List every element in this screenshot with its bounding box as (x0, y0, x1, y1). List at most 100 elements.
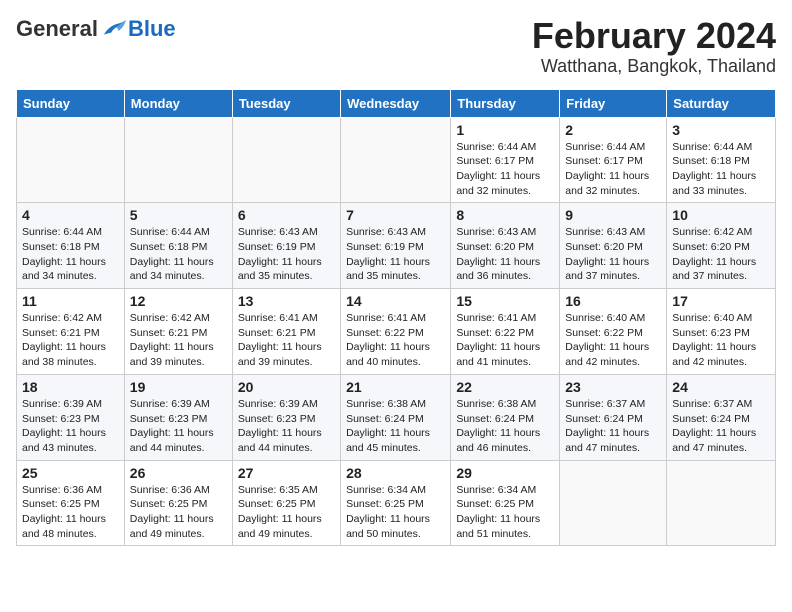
calendar-week-row: 4 Sunrise: 6:44 AMSunset: 6:18 PMDaylight… (17, 203, 776, 289)
day-number: 16 (565, 293, 661, 309)
day-number: 5 (130, 207, 227, 223)
day-info: Sunrise: 6:43 AMSunset: 6:20 PMDaylight:… (456, 225, 554, 284)
logo-bird-icon (100, 18, 128, 40)
day-header-tuesday: Tuesday (232, 89, 340, 117)
day-number: 28 (346, 465, 445, 481)
day-header-friday: Friday (560, 89, 667, 117)
day-info: Sunrise: 6:36 AMSunset: 6:25 PMDaylight:… (22, 483, 119, 542)
day-number: 10 (672, 207, 770, 223)
day-info: Sunrise: 6:39 AMSunset: 6:23 PMDaylight:… (238, 397, 335, 456)
day-number: 2 (565, 122, 661, 138)
calendar-cell: 29Sunrise: 6:34 AMSunset: 6:25 PMDayligh… (451, 460, 560, 546)
day-info: Sunrise: 6:35 AMSunset: 6:25 PMDaylight:… (238, 483, 335, 542)
day-number: 21 (346, 379, 445, 395)
day-info: Sunrise: 6:39 AMSunset: 6:23 PMDaylight:… (22, 397, 119, 456)
day-header-saturday: Saturday (667, 89, 776, 117)
calendar-cell: 18Sunrise: 6:39 AMSunset: 6:23 PMDayligh… (17, 374, 125, 460)
day-number: 20 (238, 379, 335, 395)
day-info: Sunrise: 6:44 AMSunset: 6:17 PMDaylight:… (565, 140, 661, 199)
calendar-header-row: SundayMondayTuesdayWednesdayThursdayFrid… (17, 89, 776, 117)
day-number: 8 (456, 207, 554, 223)
day-number: 9 (565, 207, 661, 223)
day-number: 26 (130, 465, 227, 481)
calendar-cell: 2 Sunrise: 6:44 AMSunset: 6:17 PMDaylight… (560, 117, 667, 203)
day-info: Sunrise: 6:38 AMSunset: 6:24 PMDaylight:… (456, 397, 554, 456)
day-info: Sunrise: 6:36 AMSunset: 6:25 PMDaylight:… (130, 483, 227, 542)
day-info: Sunrise: 6:34 AMSunset: 6:25 PMDaylight:… (346, 483, 445, 542)
day-info: Sunrise: 6:37 AMSunset: 6:24 PMDaylight:… (565, 397, 661, 456)
day-number: 15 (456, 293, 554, 309)
calendar-cell (124, 117, 232, 203)
day-info: Sunrise: 6:41 AMSunset: 6:21 PMDaylight:… (238, 311, 335, 370)
day-info: Sunrise: 6:38 AMSunset: 6:24 PMDaylight:… (346, 397, 445, 456)
logo: General Blue (16, 16, 176, 42)
day-number: 11 (22, 293, 119, 309)
calendar-cell: 12Sunrise: 6:42 AMSunset: 6:21 PMDayligh… (124, 289, 232, 375)
calendar-cell: 8 Sunrise: 6:43 AMSunset: 6:20 PMDaylight… (451, 203, 560, 289)
day-info: Sunrise: 6:37 AMSunset: 6:24 PMDaylight:… (672, 397, 770, 456)
calendar-cell: 27 Sunrise: 6:35 AMSunset: 6:25 PMDayligh… (232, 460, 340, 546)
day-info: Sunrise: 6:44 AMSunset: 6:18 PMDaylight:… (672, 140, 770, 199)
day-number: 13 (238, 293, 335, 309)
day-number: 22 (456, 379, 554, 395)
calendar-cell: 28 Sunrise: 6:34 AMSunset: 6:25 PMDayligh… (341, 460, 451, 546)
calendar-cell: 10 Sunrise: 6:42 AMSunset: 6:20 PMDayligh… (667, 203, 776, 289)
day-number: 4 (22, 207, 119, 223)
calendar-cell: 9 Sunrise: 6:43 AMSunset: 6:20 PMDaylight… (560, 203, 667, 289)
day-number: 7 (346, 207, 445, 223)
calendar-cell: 1Sunrise: 6:44 AMSunset: 6:17 PMDaylight… (451, 117, 560, 203)
calendar-week-row: 11 Sunrise: 6:42 AMSunset: 6:21 PMDayligh… (17, 289, 776, 375)
calendar-cell: 14 Sunrise: 6:41 AMSunset: 6:22 PMDayligh… (341, 289, 451, 375)
day-info: Sunrise: 6:40 AMSunset: 6:23 PMDaylight:… (672, 311, 770, 370)
day-header-sunday: Sunday (17, 89, 125, 117)
day-info: Sunrise: 6:42 AMSunset: 6:20 PMDaylight:… (672, 225, 770, 284)
day-info: Sunrise: 6:40 AMSunset: 6:22 PMDaylight:… (565, 311, 661, 370)
day-info: Sunrise: 6:42 AMSunset: 6:21 PMDaylight:… (22, 311, 119, 370)
calendar-cell: 13 Sunrise: 6:41 AMSunset: 6:21 PMDayligh… (232, 289, 340, 375)
calendar-cell (560, 460, 667, 546)
day-number: 6 (238, 207, 335, 223)
day-info: Sunrise: 6:39 AMSunset: 6:23 PMDaylight:… (130, 397, 227, 456)
calendar-cell: 6 Sunrise: 6:43 AMSunset: 6:19 PMDaylight… (232, 203, 340, 289)
calendar-cell: 20 Sunrise: 6:39 AMSunset: 6:23 PMDayligh… (232, 374, 340, 460)
calendar-cell: 21 Sunrise: 6:38 AMSunset: 6:24 PMDayligh… (341, 374, 451, 460)
day-number: 14 (346, 293, 445, 309)
title-block: February 2024 Watthana, Bangkok, Thailan… (532, 16, 776, 77)
calendar-cell (232, 117, 340, 203)
calendar-week-row: 18Sunrise: 6:39 AMSunset: 6:23 PMDayligh… (17, 374, 776, 460)
day-info: Sunrise: 6:43 AMSunset: 6:19 PMDaylight:… (238, 225, 335, 284)
calendar-week-row: 1Sunrise: 6:44 AMSunset: 6:17 PMDaylight… (17, 117, 776, 203)
day-info: Sunrise: 6:44 AMSunset: 6:18 PMDaylight:… (130, 225, 227, 284)
calendar-cell: 25 Sunrise: 6:36 AMSunset: 6:25 PMDayligh… (17, 460, 125, 546)
day-number: 24 (672, 379, 770, 395)
calendar-table: SundayMondayTuesdayWednesdayThursdayFrid… (16, 89, 776, 547)
calendar-cell: 3 Sunrise: 6:44 AMSunset: 6:18 PMDaylight… (667, 117, 776, 203)
day-info: Sunrise: 6:44 AMSunset: 6:17 PMDaylight:… (456, 140, 554, 199)
month-title: February 2024 (532, 16, 776, 56)
day-number: 12 (130, 293, 227, 309)
day-number: 3 (672, 122, 770, 138)
day-info: Sunrise: 6:41 AMSunset: 6:22 PMDaylight:… (346, 311, 445, 370)
day-info: Sunrise: 6:44 AMSunset: 6:18 PMDaylight:… (22, 225, 119, 284)
day-header-monday: Monday (124, 89, 232, 117)
calendar-cell (341, 117, 451, 203)
day-number: 19 (130, 379, 227, 395)
logo-general-text: General (16, 16, 98, 42)
calendar-cell: 26 Sunrise: 6:36 AMSunset: 6:25 PMDayligh… (124, 460, 232, 546)
day-header-wednesday: Wednesday (341, 89, 451, 117)
calendar-cell: 11 Sunrise: 6:42 AMSunset: 6:21 PMDayligh… (17, 289, 125, 375)
calendar-cell: 24 Sunrise: 6:37 AMSunset: 6:24 PMDayligh… (667, 374, 776, 460)
calendar-cell: 19 Sunrise: 6:39 AMSunset: 6:23 PMDayligh… (124, 374, 232, 460)
day-info: Sunrise: 6:43 AMSunset: 6:20 PMDaylight:… (565, 225, 661, 284)
day-info: Sunrise: 6:41 AMSunset: 6:22 PMDaylight:… (456, 311, 554, 370)
day-number: 27 (238, 465, 335, 481)
day-number: 23 (565, 379, 661, 395)
calendar-cell (17, 117, 125, 203)
calendar-cell: 5 Sunrise: 6:44 AMSunset: 6:18 PMDaylight… (124, 203, 232, 289)
calendar-cell: 4 Sunrise: 6:44 AMSunset: 6:18 PMDaylight… (17, 203, 125, 289)
day-number: 25 (22, 465, 119, 481)
day-info: Sunrise: 6:43 AMSunset: 6:19 PMDaylight:… (346, 225, 445, 284)
calendar-cell: 17Sunrise: 6:40 AMSunset: 6:23 PMDayligh… (667, 289, 776, 375)
calendar-cell (667, 460, 776, 546)
day-number: 29 (456, 465, 554, 481)
